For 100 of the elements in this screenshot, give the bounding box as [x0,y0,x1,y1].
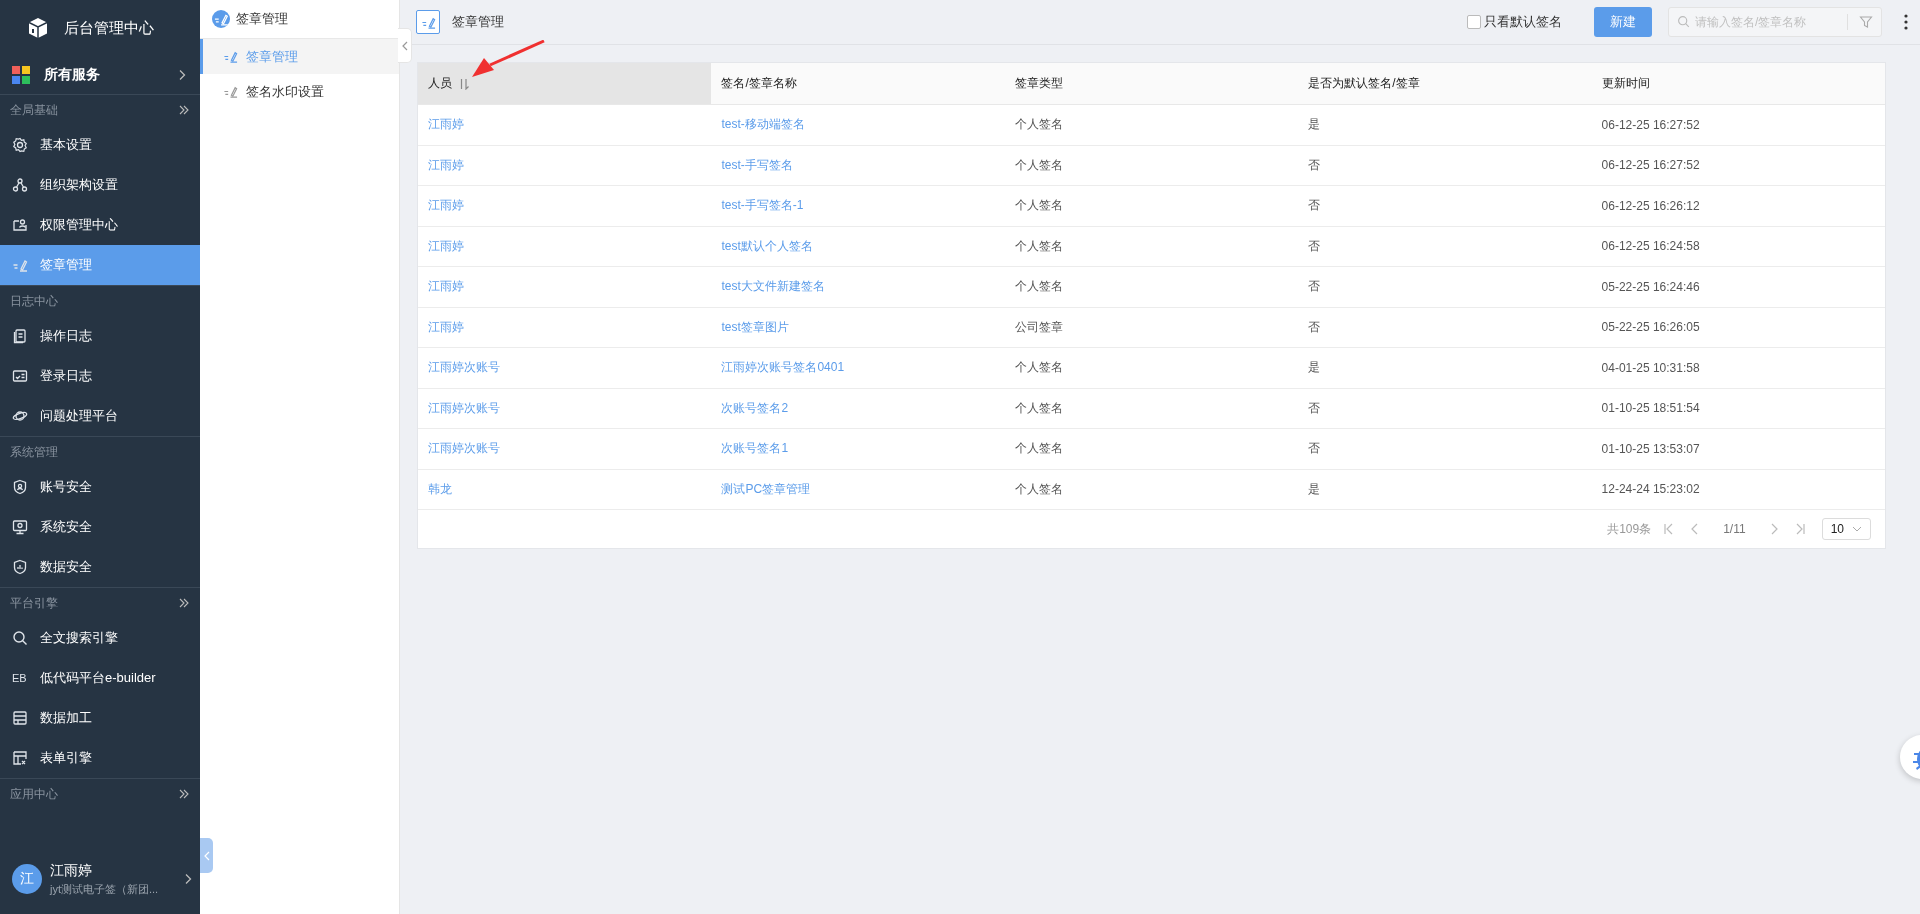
sidebar-item[interactable]: 账号安全 [0,467,200,507]
table-link[interactable]: test-移动端签名 [721,117,805,132]
page-title: 签章管理 [452,13,505,31]
planet-icon [12,408,28,424]
table-link[interactable]: 江雨婷次账号签名0401 [721,360,845,375]
sidebar-item[interactable]: 权限管理中心 [0,205,200,245]
table-link[interactable]: test-手写签名 [721,157,793,172]
all-services-item[interactable]: 所有服务 [0,56,200,95]
submenu-item[interactable]: 签名水印设置 [200,74,399,109]
table-link[interactable]: 次账号签名2 [721,400,789,415]
table-cell: 个人签名 [1014,360,1063,375]
table-cell: 05-22-25 16:26:05 [1601,320,1700,335]
table-cell: 04-01-25 10:31:58 [1601,360,1700,375]
table-cell: 01-10-25 13:53:07 [1601,441,1700,456]
submenu-item[interactable]: 签章管理 [200,39,399,74]
column-header[interactable]: 是否为默认签名/签章 [1298,63,1592,105]
sidebar-item[interactable]: EB 低代码平台e-builder [0,658,200,698]
section-header: 系统管理 [10,443,59,461]
double-chevron-icon[interactable] [178,597,190,609]
table-link[interactable]: test签章图片 [721,319,789,334]
cube-logo-icon [26,16,50,40]
table-cell: 否 [1308,238,1321,253]
collapse-sidebar-handle[interactable] [200,838,213,873]
total-count: 共109条 [1607,520,1652,538]
table-link[interactable]: 江雨婷次账号 [428,360,500,375]
collapse-submenu-handle[interactable] [398,28,412,63]
sidebar-item[interactable]: 问题处理平台 [0,396,200,436]
pen-icon [416,10,440,34]
table-link[interactable]: 江雨婷 [428,157,464,172]
sidebar-item[interactable]: 基本设置 [0,125,200,165]
table-cell: 否 [1308,279,1321,294]
sidebar-item[interactable]: 全文搜索引擎 [0,618,200,658]
table-cell: 个人签名 [1014,117,1063,132]
search-icon [12,630,28,646]
sidebar-item[interactable]: 表单引擎 [0,738,200,778]
table-link[interactable]: 江雨婷 [428,198,464,213]
user-organization: jyt测试电子签（新团... [50,881,159,897]
app-title: 后台管理中心 [64,18,154,38]
table-link[interactable]: test-手写签名-1 [721,198,804,213]
default-only-checkbox[interactable]: 只看默认签名 [1467,13,1562,31]
section-header: 应用中心 [10,785,59,803]
table-cell: 01-10-25 18:51:54 [1601,401,1700,416]
section-header: 全局基础 [10,101,59,119]
page-indicator: 1/11 [1722,522,1747,536]
double-chevron-icon[interactable] [178,788,190,800]
section-header: 平台引擎 [10,594,59,612]
sidebar-item[interactable]: 签章管理 [0,245,200,285]
table-cell: 个人签名 [1014,441,1063,456]
filter-icon[interactable] [1859,15,1873,29]
monitor-icon [12,519,28,535]
pen-icon [212,10,230,28]
pen-icon [223,49,238,64]
table-link[interactable]: test默认个人签名 [721,238,813,253]
table-link[interactable]: 韩龙 [428,481,452,496]
table-link[interactable]: 江雨婷 [428,319,464,334]
pen-icon [223,84,238,99]
grid-icon [12,66,30,84]
table-link[interactable]: 测试PC签章管理 [721,481,811,496]
more-icon[interactable] [1904,14,1908,30]
page-size-select[interactable]: 10 [1821,518,1871,540]
table-link[interactable]: 江雨婷 [428,279,464,294]
sort-icon[interactable] [458,77,470,90]
table-link[interactable]: test大文件新建签名 [721,279,825,294]
double-chevron-icon[interactable] [178,104,190,116]
table-cell: 06-12-25 16:27:52 [1601,158,1700,173]
table-cell: 06-12-25 16:27:52 [1601,117,1700,132]
column-header[interactable]: 签名/签章名称 [711,63,1005,105]
table-link[interactable]: 江雨婷次账号 [428,441,500,456]
table-cell: 06-12-25 16:26:12 [1601,198,1700,213]
sidebar-item[interactable]: 组织架构设置 [0,165,200,205]
table-cell: 12-24-24 15:23:02 [1601,482,1700,497]
table-link[interactable]: 次账号签名1 [721,441,789,456]
new-button[interactable]: 新建 [1594,7,1652,37]
sidebar-item[interactable]: 操作日志 [0,316,200,356]
table-link[interactable]: 江雨婷 [428,238,464,253]
table-link[interactable]: 江雨婷次账号 [428,400,500,415]
network-icon [12,177,28,193]
form-icon [12,750,28,766]
column-header[interactable]: 人员 [418,63,712,105]
section-header: 日志中心 [10,292,59,310]
sidebar-item[interactable]: 登录日志 [0,356,200,396]
user-name: 江雨婷 [50,861,93,880]
table-cell: 否 [1308,198,1321,213]
table-cell: 否 [1308,400,1321,415]
table-link[interactable]: 江雨婷 [428,117,464,132]
table-cell: 个人签名 [1014,400,1063,415]
sidebar-item[interactable]: 数据加工 [0,698,200,738]
sidebar-item[interactable]: 系统安全 [0,507,200,547]
table-cell: 个人签名 [1014,157,1063,172]
user-avatar[interactable]: 江 [12,864,42,894]
sidebar-item[interactable]: 数据安全 [0,547,200,587]
column-header[interactable]: 签章类型 [1004,63,1299,105]
table-icon [12,710,28,726]
id-card-icon [12,217,28,233]
table-cell: 个人签名 [1014,238,1063,253]
submenu-title: 签章管理 [236,10,288,28]
shield-icon [12,479,28,495]
table-cell: 个人签名 [1014,198,1063,213]
column-header[interactable]: 更新时间 [1591,63,1885,105]
table-cell: 05-22-25 16:24:46 [1601,279,1700,294]
